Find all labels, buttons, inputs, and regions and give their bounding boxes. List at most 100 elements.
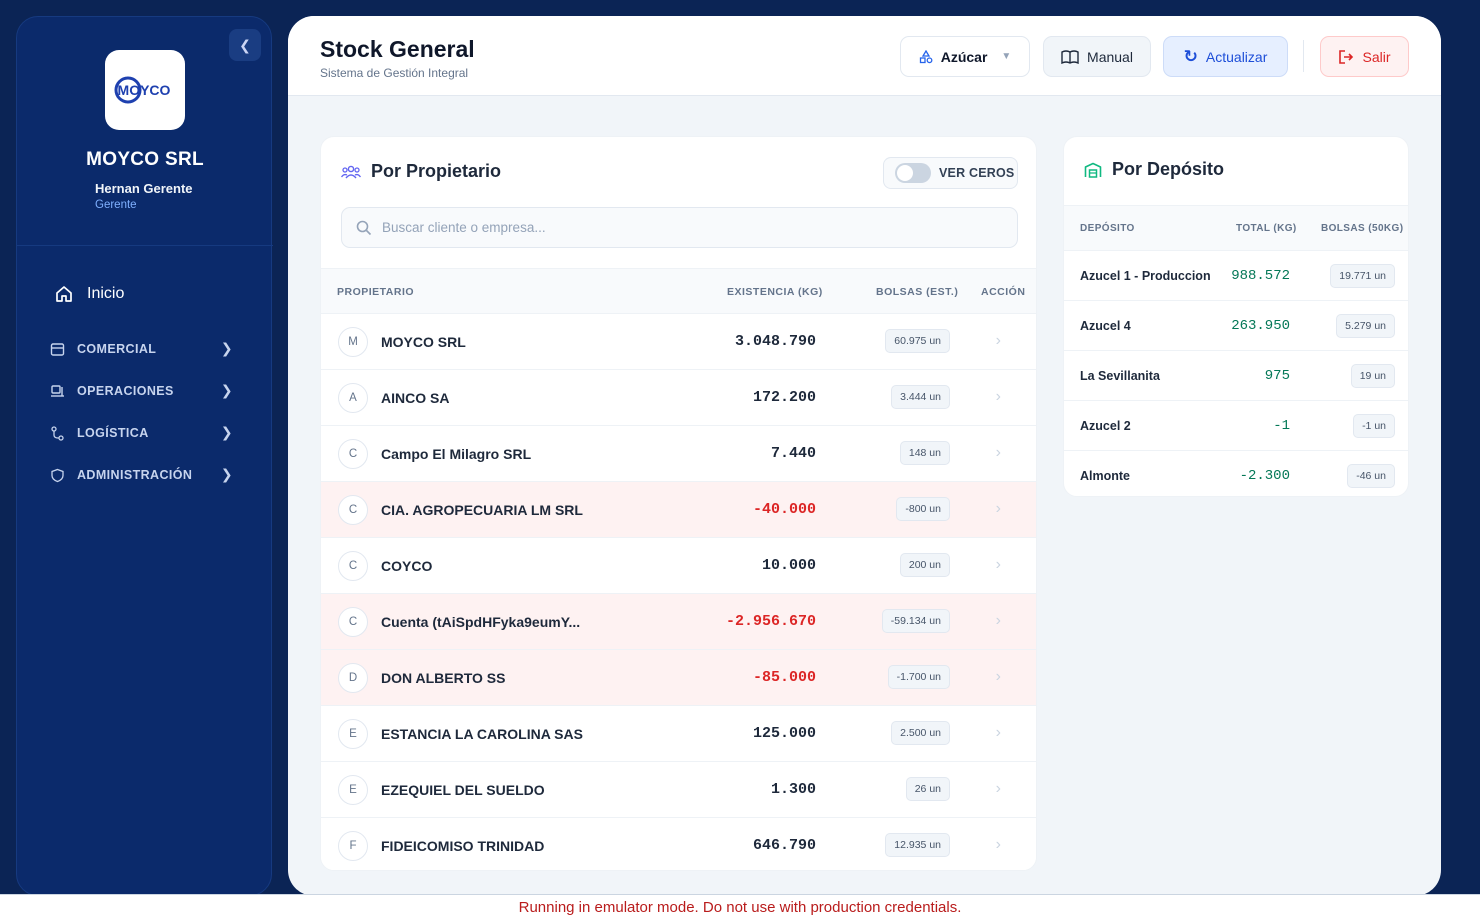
chevron-right-icon[interactable]: › — [996, 388, 1001, 406]
owner-stock: 125.000 — [752, 725, 816, 742]
owner-card-header: Por Propietario — [341, 161, 501, 182]
owner-avatar: C — [338, 495, 368, 525]
owner-stock: -85.000 — [752, 669, 816, 686]
chevron-right-icon[interactable]: › — [996, 668, 1001, 686]
deposit-card-header: Por Depósito — [1084, 159, 1224, 180]
deposit-table-body: Azucel 1 - Produccion 988.572 19.771 un … — [1064, 251, 1408, 496]
owner-name: EZEQUIEL DEL SUELDO — [381, 782, 545, 798]
nav-operaciones-label: OPERACIONES — [77, 384, 174, 398]
search-input[interactable] — [382, 220, 982, 235]
owner-search — [341, 207, 1018, 248]
owner-bags-badge: 60.975 un — [885, 329, 950, 353]
nav-logistica[interactable]: LOGÍSTICA ❯ — [49, 421, 239, 445]
table-row[interactable]: F FIDEICOMISO TRINIDAD 646.790 12.935 un… — [321, 818, 1036, 870]
table-row[interactable]: C COYCO 10.000 200 un › — [321, 538, 1036, 594]
chevron-right-icon: ❯ — [220, 340, 233, 356]
owner-avatar: F — [338, 831, 368, 861]
user-name: Hernan Gerente — [95, 181, 193, 196]
deposit-name: Azucel 4 — [1080, 319, 1131, 333]
table-row[interactable]: C Campo El Milagro SRL 7.440 148 un › — [321, 426, 1036, 482]
nav-comercial-label: COMERCIAL — [77, 342, 157, 356]
owner-name: Cuenta (tAiSpdHFyka9eumY... — [381, 614, 581, 630]
warehouse-icon — [1084, 162, 1102, 178]
table-row[interactable]: Azucel 4 263.950 5.279 un — [1064, 301, 1408, 351]
exit-button[interactable]: Salir — [1320, 36, 1409, 77]
owner-name: CIA. AGROPECUARIA LM SRL — [381, 502, 583, 518]
deposit-name: Azucel 1 - Produccion — [1080, 269, 1211, 283]
chevron-right-icon[interactable]: › — [996, 556, 1001, 574]
owner-name: AINCO SA — [381, 390, 450, 406]
table-row[interactable]: E EZEQUIEL DEL SUELDO 1.300 26 un › — [321, 762, 1036, 818]
owner-stock: 7.440 — [770, 445, 816, 462]
deposit-total: 975 — [1264, 368, 1290, 384]
product-selector[interactable]: Azúcar ▼ — [900, 36, 1030, 77]
admin-shield-icon — [49, 467, 65, 483]
deposit-total: -2.300 — [1239, 468, 1290, 484]
nav-inicio[interactable]: Inicio — [55, 285, 124, 303]
table-row[interactable]: Azucel 1 - Produccion 988.572 19.771 un — [1064, 251, 1408, 301]
caret-down-icon: ▼ — [1001, 51, 1012, 62]
refresh-icon: ↻ — [1183, 46, 1198, 66]
svg-text:MOYCO: MOYCO — [118, 82, 171, 98]
route-icon — [49, 425, 65, 441]
chevron-right-icon[interactable]: › — [996, 780, 1001, 798]
table-row[interactable]: D DON ALBERTO SS -85.000 -1.700 un › — [321, 650, 1036, 706]
nav-operaciones[interactable]: OPERACIONES ❯ — [49, 379, 239, 403]
toggle-label: VER CEROS — [939, 166, 1015, 180]
chevron-right-icon[interactable]: › — [996, 724, 1001, 742]
table-row[interactable]: M MOYCO SRL 3.048.790 60.975 un › — [321, 314, 1036, 370]
owner-bags-badge: -800 un — [896, 497, 950, 521]
deposit-card-title: Por Depósito — [1112, 159, 1225, 179]
owner-bags-badge: 200 un — [899, 553, 950, 577]
owner-name: DON ALBERTO SS — [381, 670, 506, 686]
update-button[interactable]: ↻ Actualizar — [1163, 36, 1288, 77]
owner-bags-badge: 26 un — [905, 777, 950, 801]
chevron-left-icon: ❮ — [239, 36, 251, 53]
table-row[interactable]: La Sevillanita 975 19 un — [1064, 351, 1408, 401]
chevron-right-icon[interactable]: › — [996, 836, 1001, 854]
deposit-card: Por Depósito DEPÓSITO TOTAL (KG) BOLSAS … — [1063, 136, 1409, 497]
table-row[interactable]: A AINCO SA 172.200 3.444 un › — [321, 370, 1036, 426]
owner-stock: 10.000 — [761, 557, 816, 574]
nav-administracion[interactable]: ADMINISTRACIÓN ❯ — [49, 463, 239, 487]
toggle-switch[interactable] — [895, 163, 931, 183]
table-row[interactable]: E ESTANCIA LA CAROLINA SAS 125.000 2.500… — [321, 706, 1036, 762]
table-row[interactable]: C Cuenta (tAiSpdHFyka9eumY... -2.956.670… — [321, 594, 1036, 650]
owner-avatar: C — [338, 551, 368, 581]
owner-stock: 1.300 — [770, 781, 816, 798]
deposit-bags-badge: 5.279 un — [1336, 314, 1395, 338]
owner-bags-badge: -1.700 un — [887, 665, 950, 689]
chevron-right-icon[interactable]: › — [996, 332, 1001, 350]
toolbar-separator — [1303, 40, 1304, 72]
owner-avatar: E — [338, 719, 368, 749]
col-deposito: DEPÓSITO — [1080, 223, 1135, 234]
deposit-total: 988.572 — [1231, 268, 1290, 284]
table-row[interactable]: Azucel 2 -1 -1 un — [1064, 401, 1408, 451]
owner-table-header: PROPIETARIO EXISTENCIA (KG) BOLSAS (EST.… — [321, 268, 1036, 314]
manual-button[interactable]: Manual — [1043, 36, 1151, 77]
company-logo: MOYCO — [105, 50, 185, 130]
chevron-right-icon[interactable]: › — [996, 500, 1001, 518]
nav-logistica-label: LOGÍSTICA — [77, 426, 149, 440]
forklift-icon — [49, 383, 65, 399]
users-icon — [341, 165, 361, 178]
shapes-icon — [919, 49, 933, 63]
table-row[interactable]: Almonte -2.300 -46 un — [1064, 451, 1408, 496]
book-open-icon — [1061, 49, 1079, 64]
owner-name: FIDEICOMISO TRINIDAD — [381, 838, 545, 854]
owner-avatar: C — [338, 607, 368, 637]
deposit-name: Almonte — [1080, 469, 1130, 483]
deposit-bags-badge: -46 un — [1347, 464, 1395, 488]
deposit-name: La Sevillanita — [1080, 369, 1160, 383]
show-zeros-toggle[interactable]: VER CEROS — [883, 157, 1018, 189]
nav-comercial[interactable]: COMERCIAL ❯ — [49, 337, 239, 361]
col-bolsas: BOLSAS (EST.) — [876, 286, 959, 298]
chevron-right-icon[interactable]: › — [996, 612, 1001, 630]
owner-name: ESTANCIA LA CAROLINA SAS — [381, 726, 583, 742]
collapse-sidebar-button[interactable]: ❮ — [229, 29, 261, 61]
deposit-bags-badge: 19 un — [1350, 364, 1395, 388]
nav-inicio-label: Inicio — [87, 285, 125, 302]
chevron-right-icon[interactable]: › — [996, 444, 1001, 462]
table-row[interactable]: C CIA. AGROPECUARIA LM SRL -40.000 -800 … — [321, 482, 1036, 538]
chevron-right-icon: ❯ — [220, 466, 233, 482]
